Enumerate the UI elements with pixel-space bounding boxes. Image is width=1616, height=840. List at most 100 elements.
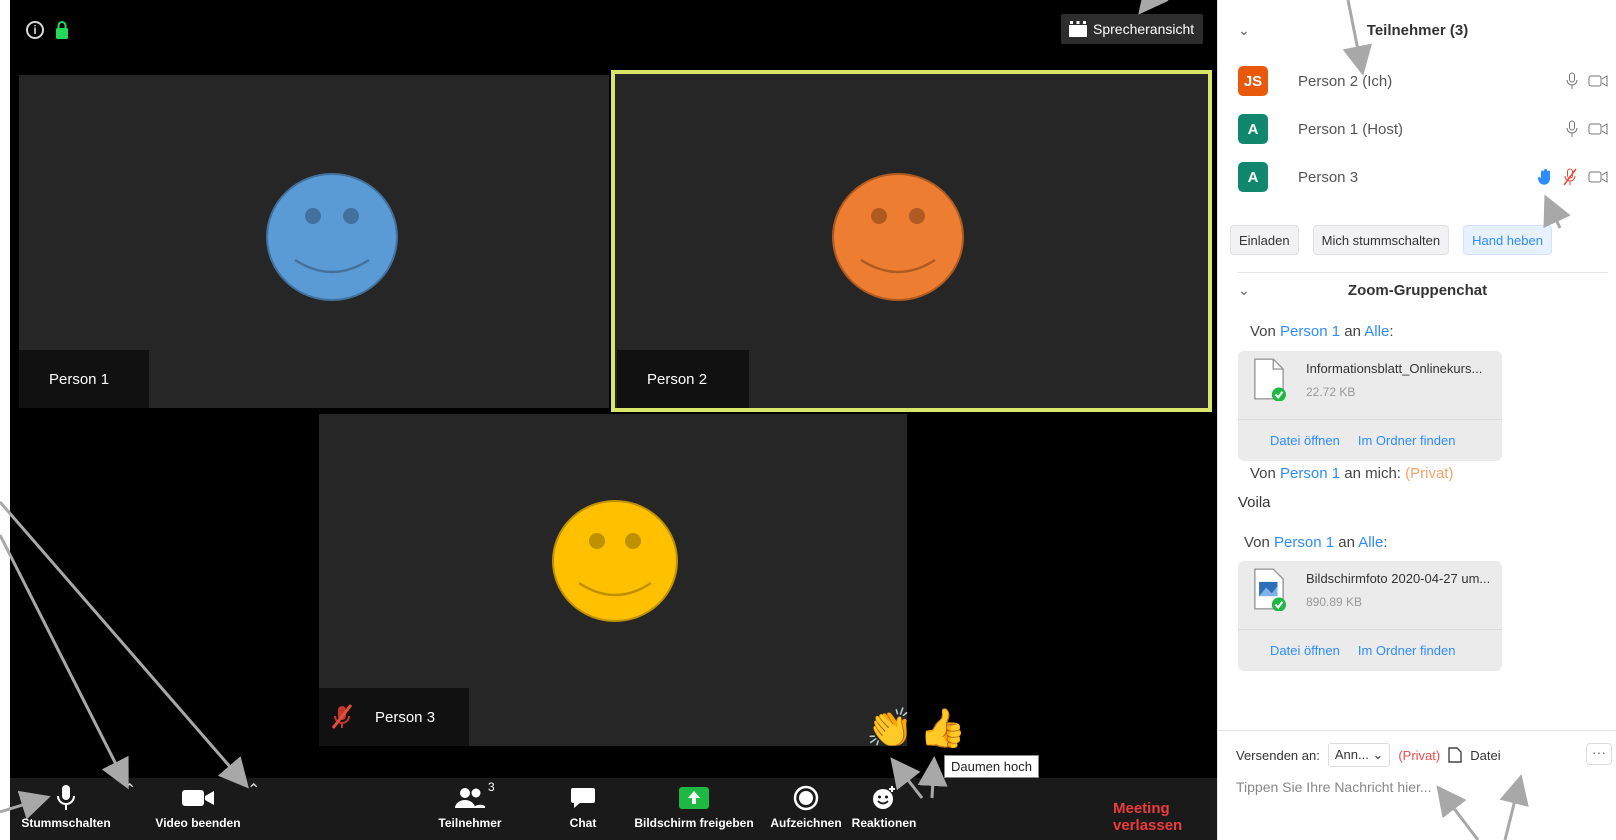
private-tag: (Privat): [1398, 747, 1441, 763]
audio-options-chevron-icon[interactable]: ⌃: [123, 780, 136, 800]
more-options-button[interactable]: ···: [1586, 743, 1612, 765]
share-screen-button[interactable]: Bildschirm freigeben: [632, 782, 756, 830]
open-file-link[interactable]: Datei öffnen: [1270, 433, 1340, 448]
recipient-select[interactable]: Ann... ⌄: [1327, 743, 1391, 767]
thumbs-up-reaction: 👍: [919, 708, 967, 750]
target-link[interactable]: Alle: [1358, 534, 1383, 551]
participant-name-label: Person 3: [319, 688, 469, 746]
mute-button[interactable]: Stummschalten: [16, 782, 116, 830]
file-card: Bildschirmfoto 2020-04-27 um... 890.89 K…: [1238, 561, 1502, 671]
file-size: 890.89 KB: [1306, 595, 1363, 609]
image-file-icon: [1254, 568, 1286, 611]
to-text: an: [1338, 534, 1355, 551]
sender-link[interactable]: Person 1: [1280, 465, 1340, 482]
to-text: an: [1344, 323, 1361, 340]
chat-message-text: Voila: [1238, 494, 1271, 511]
chat-header: ⌄ Zoom-Gruppenchat: [1218, 282, 1616, 299]
collapse-chevron-icon[interactable]: ⌄: [1238, 22, 1250, 39]
private-tag: (Privat): [1405, 465, 1454, 482]
file-button[interactable]: Datei: [1470, 748, 1500, 763]
chat-bubble-icon: [571, 788, 595, 808]
record-label: Aufzeichnen: [770, 816, 842, 830]
lock-icon[interactable]: [54, 20, 70, 40]
participants-title: Teilnehmer (3): [1366, 22, 1469, 39]
avatar: A: [1238, 162, 1268, 192]
participant-name-label: Person 1: [19, 350, 149, 408]
video-tile-person-1[interactable]: Person 1: [19, 75, 609, 408]
participant-actions: Einladen Mich stummschalten Hand heben: [1230, 225, 1552, 255]
leave-meeting-button[interactable]: Meeting verlassen: [1113, 800, 1217, 834]
participant-row[interactable]: A Person 3: [1238, 158, 1608, 196]
invite-button[interactable]: Einladen: [1230, 225, 1299, 255]
record-icon: [793, 785, 819, 811]
from-prefix: Von: [1244, 534, 1270, 551]
colon: :: [1389, 323, 1394, 340]
avatar: JS: [1238, 66, 1268, 96]
chat-message-header: Von Person 1 an mich: (Privat): [1250, 465, 1453, 482]
info-icon[interactable]: i: [26, 21, 44, 39]
speaker-view-label: Sprecheransicht: [1093, 21, 1195, 37]
record-button[interactable]: Aufzeichnen: [764, 782, 848, 830]
message-input[interactable]: Tippen Sie Ihre Nachricht hier...: [1236, 779, 1432, 795]
clap-reaction: 👏: [866, 708, 914, 750]
raise-hand-button[interactable]: Hand heben: [1463, 225, 1552, 255]
participant-row[interactable]: JS Person 2 (Ich): [1238, 62, 1608, 100]
participant-row[interactable]: A Person 1 (Host): [1238, 110, 1608, 148]
avatar-smiley: [832, 173, 964, 301]
divider: [1238, 272, 1608, 273]
participant-name: Person 3: [1298, 168, 1359, 186]
share-label: Bildschirm freigeben: [634, 816, 754, 830]
grid-view-icon: [1069, 21, 1087, 37]
file-size: 22.72 KB: [1306, 385, 1356, 399]
video-options-chevron-icon[interactable]: ⌃: [247, 780, 260, 800]
participant-name: Person 2 (Ich): [1298, 72, 1393, 90]
target-link[interactable]: Alle: [1364, 323, 1389, 340]
muted-mic-icon: [1563, 168, 1577, 186]
avatar-smiley: [266, 173, 398, 301]
video-tile-person-2[interactable]: Person 2: [611, 70, 1212, 412]
reactions-overlay: 👏 👍: [866, 710, 967, 748]
file-icon[interactable]: [1448, 747, 1462, 763]
stop-video-button[interactable]: Video beenden: [148, 782, 248, 830]
sender-link[interactable]: Person 1: [1280, 323, 1340, 340]
raised-hand-icon: [1538, 169, 1550, 185]
video-label: Video beenden: [155, 816, 241, 830]
from-prefix: Von: [1250, 323, 1276, 340]
share-screen-icon: [679, 787, 709, 809]
muted-mic-icon: [331, 704, 353, 729]
collapse-chevron-icon[interactable]: ⌄: [1238, 282, 1250, 299]
chat-compose-area: Versenden an: Ann... ⌄ (Privat) Datei ··…: [1218, 730, 1616, 840]
mute-label: Stummschalten: [21, 816, 111, 830]
chat-title: Zoom-Gruppenchat: [1347, 282, 1488, 299]
chat-message-header: Von Person 1 an Alle:: [1250, 323, 1393, 340]
show-in-folder-link[interactable]: Im Ordner finden: [1358, 643, 1456, 658]
send-to-row: Versenden an: Ann... ⌄ (Privat) Datei: [1236, 743, 1501, 767]
to-text: an mich:: [1344, 465, 1401, 482]
open-file-link[interactable]: Datei öffnen: [1270, 643, 1340, 658]
microphone-icon: [1566, 72, 1578, 89]
microphone-icon: [1566, 120, 1578, 137]
sender-link[interactable]: Person 1: [1274, 534, 1334, 551]
side-panel: ⌄ Teilnehmer (3) JS Person 2 (Ich) A Per…: [1217, 0, 1616, 840]
recipient-value: Ann...: [1334, 747, 1369, 762]
colon: :: [1383, 534, 1388, 551]
participant-name-label: Person 2: [617, 350, 749, 408]
mute-me-button[interactable]: Mich stummschalten: [1312, 225, 1450, 255]
video-camera-icon: [182, 790, 214, 806]
speaker-view-button[interactable]: Sprecheransicht: [1061, 14, 1203, 44]
microphone-icon: [57, 785, 75, 810]
smiley-plus-icon: [873, 786, 895, 809]
participants-button[interactable]: Teilnehmer 3: [430, 780, 510, 830]
send-to-label: Versenden an:: [1236, 747, 1320, 763]
show-in-folder-link[interactable]: Im Ordner finden: [1358, 433, 1456, 448]
document-file-icon: [1254, 358, 1286, 401]
video-camera-icon: [1588, 123, 1608, 135]
reactions-label: Reaktionen: [851, 816, 917, 830]
chat-label: Chat: [569, 816, 597, 830]
reactions-button[interactable]: Reaktionen: [846, 782, 922, 830]
participants-label: Teilnehmer: [438, 816, 502, 830]
chat-button[interactable]: Chat: [553, 782, 613, 830]
participant-name: Person 1 (Host): [1298, 120, 1404, 138]
avatar: A: [1238, 114, 1268, 144]
video-tile-person-3[interactable]: Person 3: [319, 414, 907, 746]
